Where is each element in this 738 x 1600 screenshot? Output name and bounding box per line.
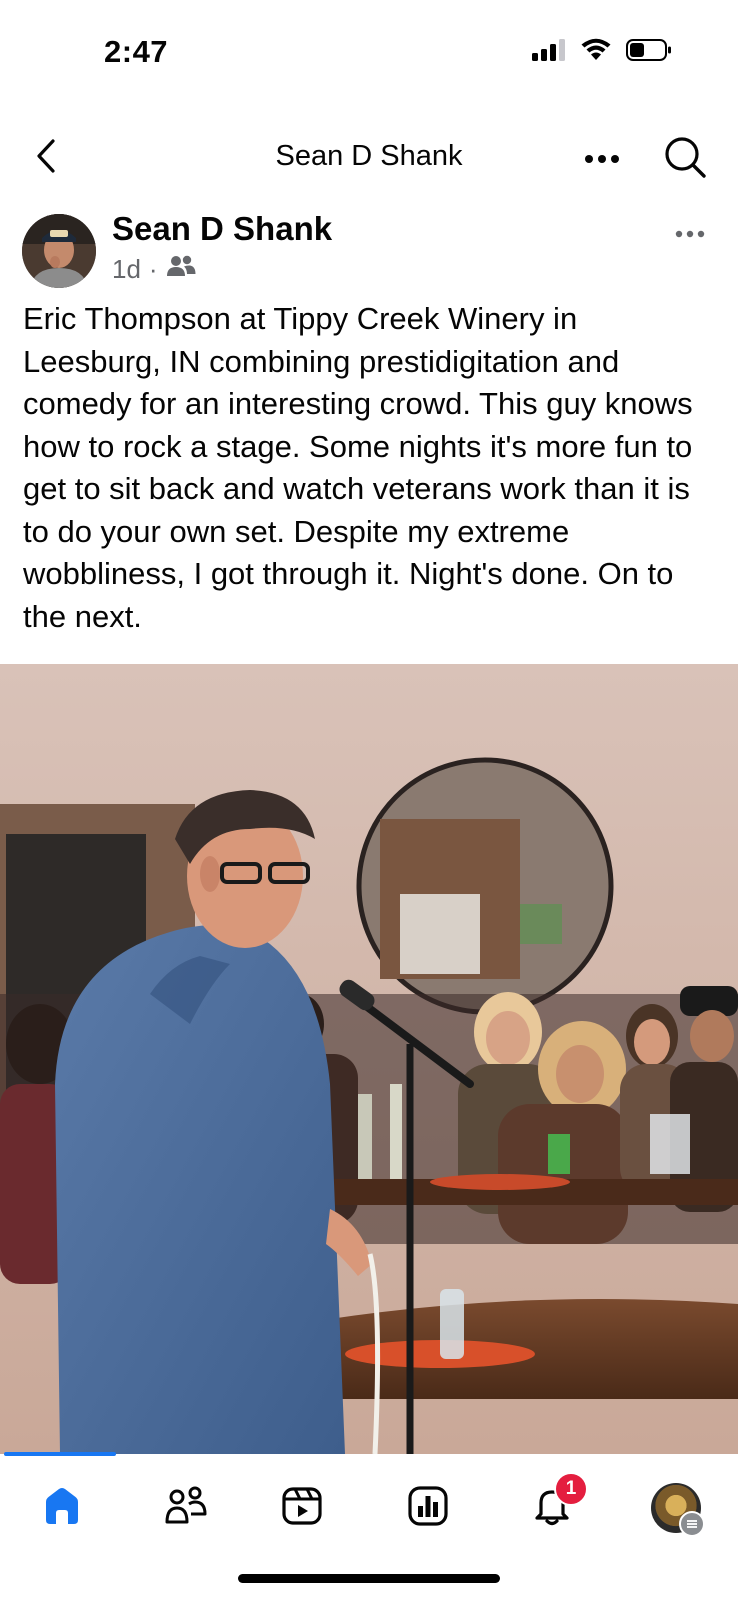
tab-video[interactable]	[274, 1480, 330, 1536]
post-header: Sean D Shank 1d ·	[0, 208, 738, 288]
more-options-button[interactable]	[580, 142, 624, 178]
bottom-tab-bar: 1	[0, 1456, 738, 1556]
notification-badge: 1	[554, 1472, 588, 1506]
author-avatar[interactable]	[22, 214, 96, 288]
home-indicator[interactable]	[238, 1574, 500, 1583]
friends-icon	[164, 1484, 208, 1533]
status-bar: 2:47	[0, 0, 738, 100]
search-button[interactable]	[660, 134, 710, 184]
profile-avatar-icon	[651, 1483, 705, 1537]
menu-icon	[679, 1511, 705, 1537]
facebook-post-screen: 2:47 Sean D Shank Sean D Shank 1d · Eric…	[0, 0, 738, 1600]
tab-friends[interactable]	[158, 1480, 214, 1536]
page-header: Sean D Shank	[0, 120, 738, 200]
dashboard-icon	[406, 1484, 450, 1533]
post-options-button[interactable]	[670, 222, 710, 246]
author-name[interactable]: Sean D Shank	[112, 210, 332, 248]
more-horizontal-icon	[675, 225, 705, 243]
meta-separator: ·	[148, 254, 158, 284]
wifi-icon	[580, 38, 612, 67]
tab-profile[interactable]	[648, 1480, 705, 1537]
tab-notifications[interactable]: 1	[524, 1472, 588, 1536]
status-icons	[532, 38, 672, 67]
tab-home[interactable]	[34, 1480, 90, 1536]
post-photo[interactable]	[0, 664, 738, 1454]
post-timestamp[interactable]: 1d	[112, 254, 141, 285]
search-icon	[663, 135, 707, 184]
post-photo-image	[0, 664, 738, 1454]
cellular-signal-icon	[532, 39, 566, 66]
friends-audience-icon	[166, 254, 196, 285]
video-icon	[280, 1484, 324, 1533]
post-text: Eric Thompson at Tippy Creek Winery in L…	[23, 301, 693, 634]
more-horizontal-icon	[584, 151, 620, 169]
home-icon	[40, 1484, 84, 1533]
status-time: 2:47	[104, 34, 169, 69]
page-title: Sean D Shank	[275, 140, 463, 172]
tab-dashboard[interactable]	[400, 1480, 456, 1536]
author-avatar-image	[22, 214, 96, 288]
post-meta: 1d ·	[112, 254, 196, 285]
battery-icon	[626, 38, 672, 67]
